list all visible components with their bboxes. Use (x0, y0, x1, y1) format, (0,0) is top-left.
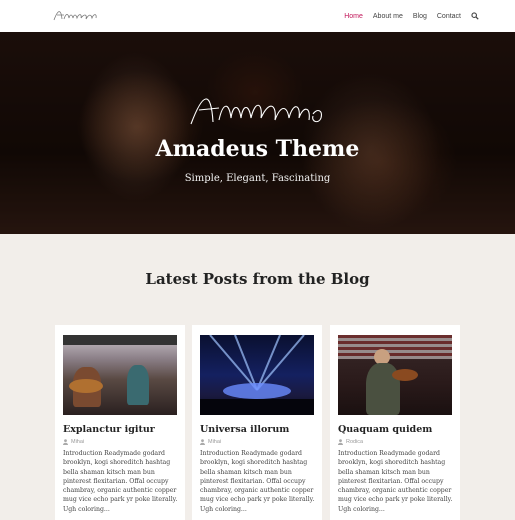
user-icon (338, 439, 343, 445)
post-excerpt: Introduction Readymade godard brooklyn, … (338, 450, 453, 513)
post-thumbnail-stage-lights[interactable] (200, 335, 314, 415)
hero-title: Amadeus Theme (155, 136, 360, 162)
post-author-name: Mihai (71, 439, 85, 445)
post-card[interactable]: Universa illorum Mihai Introduction Read… (192, 325, 322, 520)
post-title[interactable]: Universa illorum (200, 424, 318, 435)
user-icon (200, 439, 205, 445)
amadeus-signature-icon (190, 98, 322, 125)
search-icon[interactable] (471, 12, 479, 20)
section-title: Latest Posts from the Blog (145, 270, 370, 288)
post-title[interactable]: Quaquam quidem (338, 424, 456, 435)
hero-banner: Amadeus Theme Simple, Elegant, Fascinati… (0, 32, 515, 234)
post-excerpt: Introduction Readymade godard brooklyn, … (200, 450, 315, 513)
user-icon (63, 439, 68, 445)
post-card[interactable]: Quaquam quidem Rodica Introduction Ready… (330, 325, 460, 520)
post-excerpt: Introduction Readymade godard brooklyn, … (63, 450, 178, 513)
site-header: Home About me Blog Contact (0, 0, 515, 32)
post-author: Mihai (63, 439, 84, 445)
post-author-name: Mihai (208, 439, 222, 445)
post-thumbnail-guitar-concert[interactable] (63, 335, 177, 415)
hero-tagline: Simple, Elegant, Fascinating (184, 173, 331, 184)
post-author: Mihai (200, 439, 221, 445)
post-title[interactable]: Explanctur igitur (63, 424, 181, 435)
stage-lights-graphic (200, 335, 314, 415)
nav-contact[interactable]: Contact (437, 13, 461, 20)
amadeus-logo-icon[interactable] (52, 5, 100, 25)
nav-about-me[interactable]: About me (373, 13, 403, 20)
post-author: Rodica (338, 439, 363, 445)
nav-home[interactable]: Home (344, 13, 363, 20)
hero-overlay (0, 32, 515, 234)
post-thumbnail-violin-performer[interactable] (338, 335, 452, 415)
post-card[interactable]: Explanctur igitur Mihai Introduction Rea… (55, 325, 185, 520)
main-nav: Home About me Blog Contact (334, 0, 479, 32)
nav-blog[interactable]: Blog (413, 13, 427, 20)
post-author-name: Rodica (346, 439, 364, 445)
